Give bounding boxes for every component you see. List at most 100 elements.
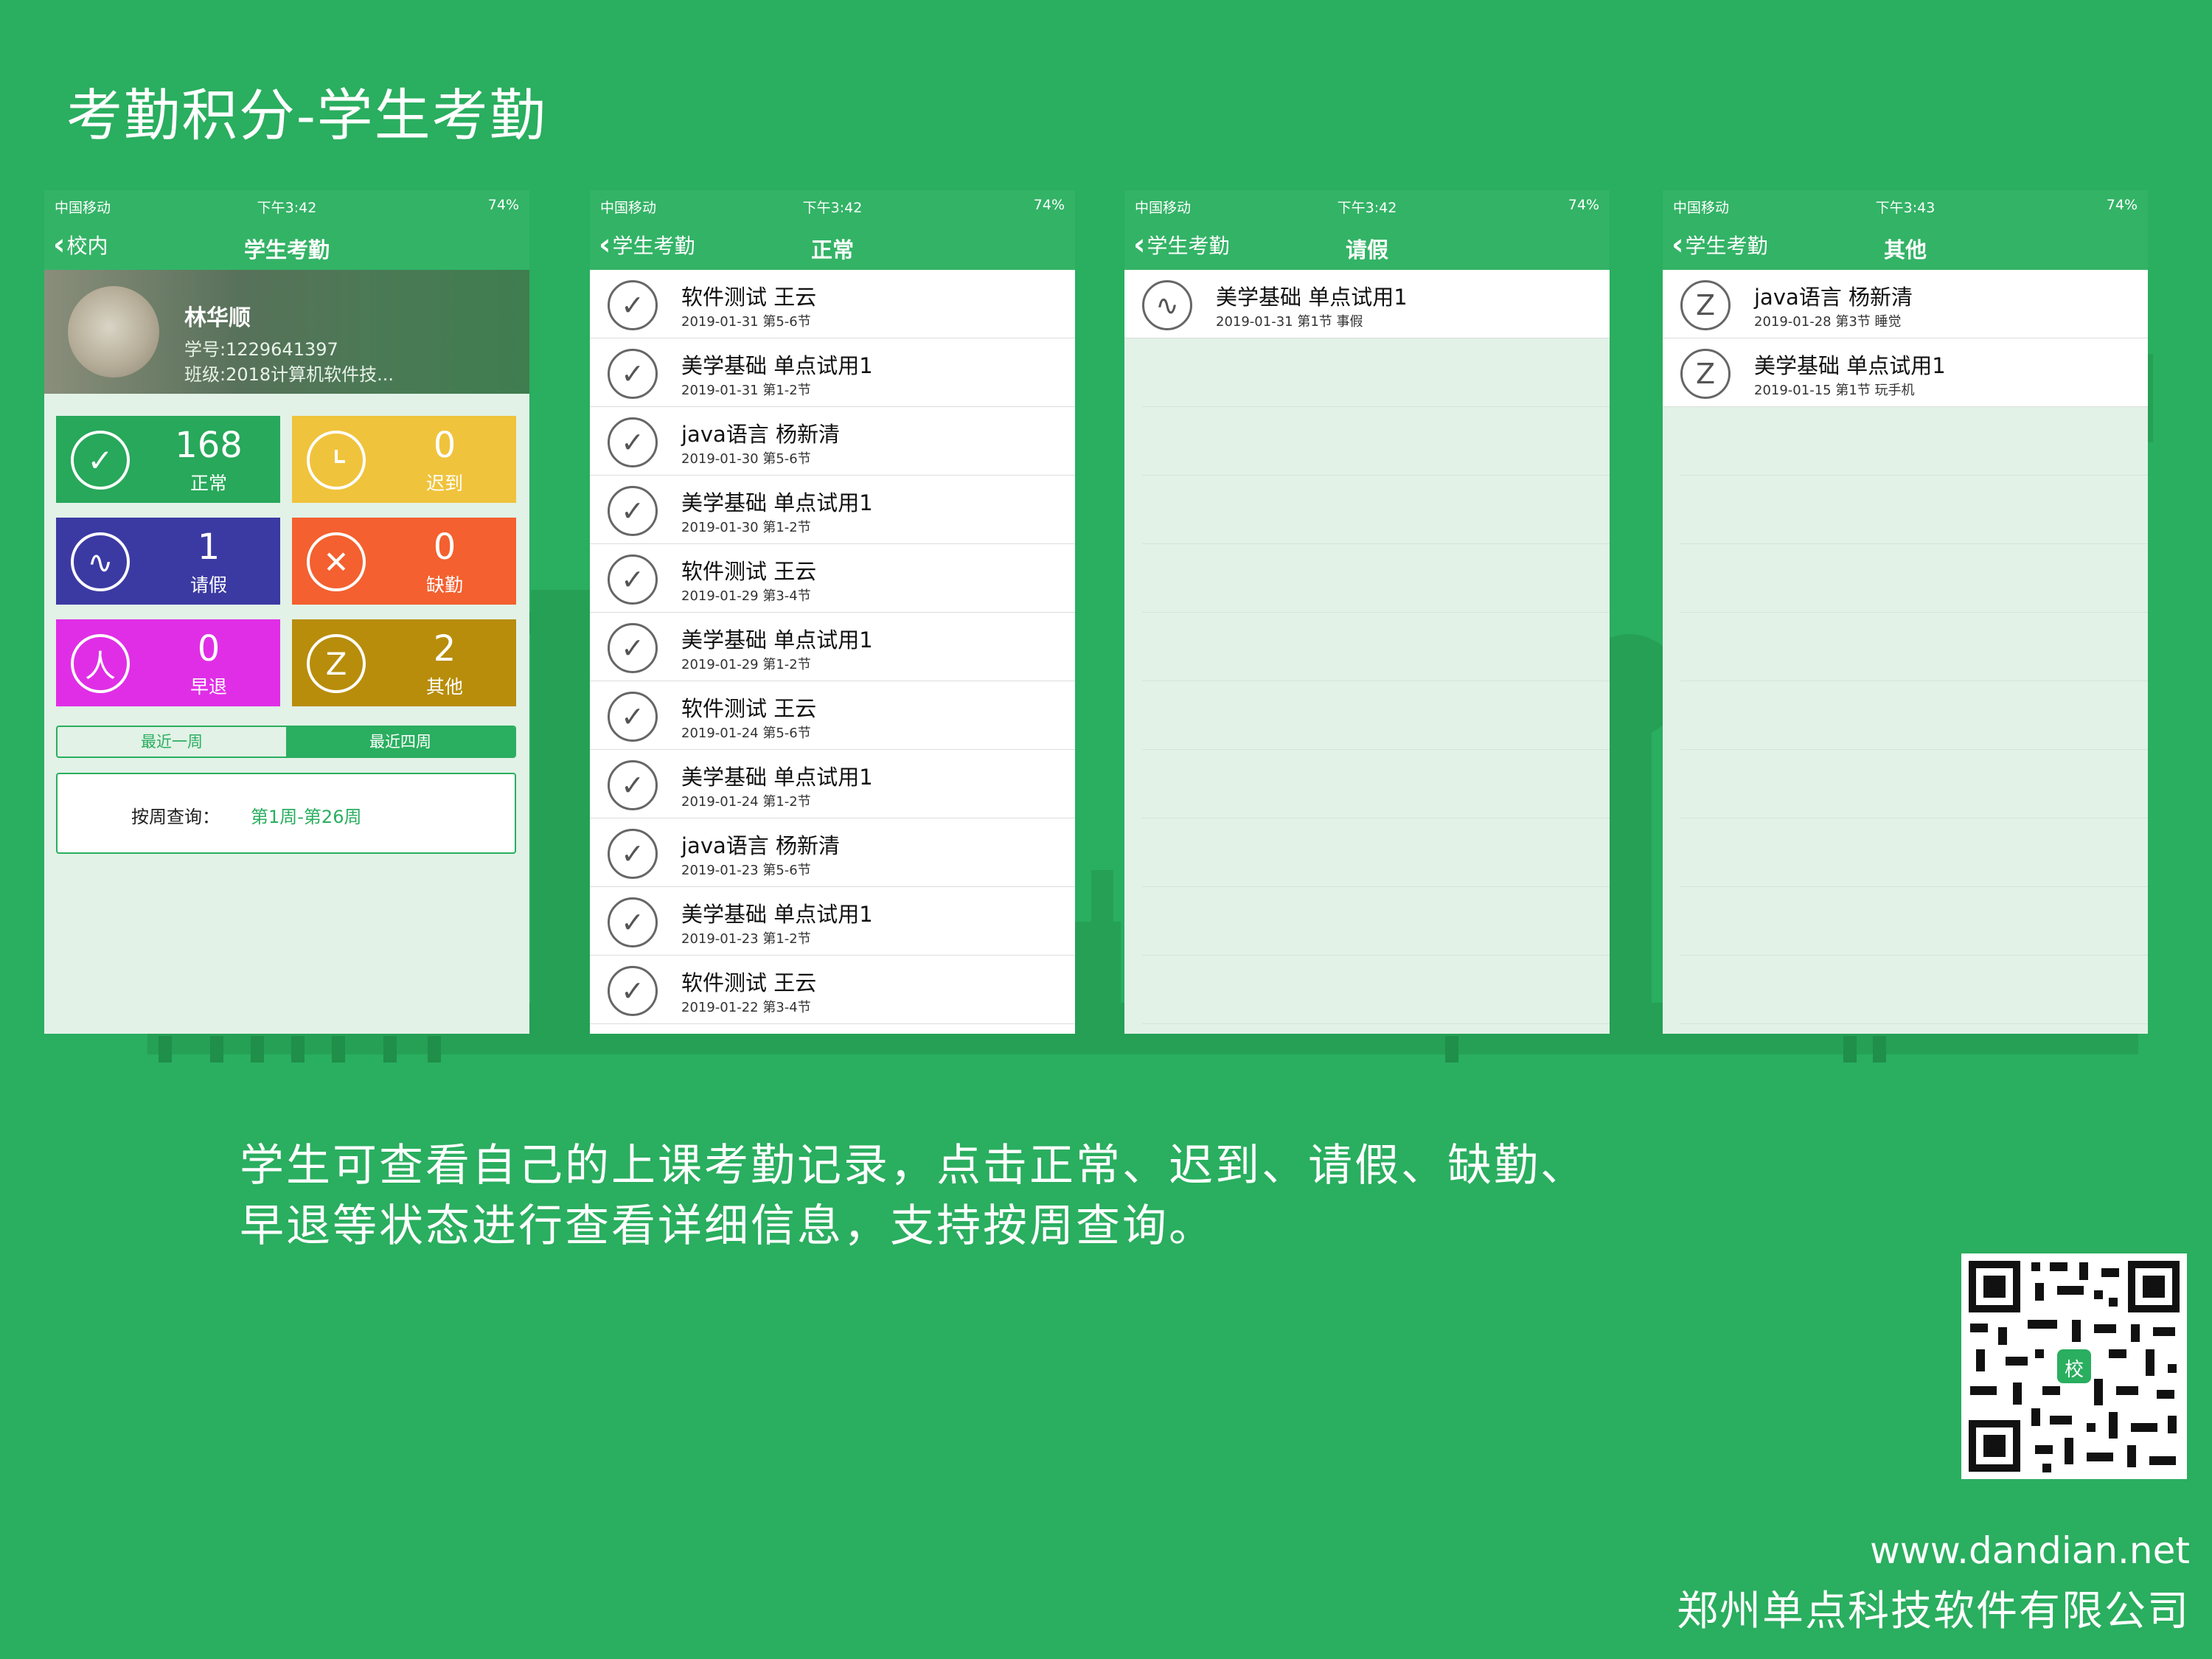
list-item[interactable]: Z 美学基础 单点试用1 2019-01-15 第1节 玩手机 <box>1663 338 2148 407</box>
item-subtitle: 2019-01-29 第1-2节 <box>681 657 811 672</box>
empty-row-divider <box>1680 476 2148 544</box>
person-icon: 人 <box>71 634 130 693</box>
nav-bar: ‹ 学生考勤 其他 <box>1663 218 2148 270</box>
nav-title: 学生考勤 <box>243 237 330 262</box>
status-bar: 中国移动 下午3:42 74% <box>44 190 529 218</box>
week-range-value[interactable]: 第1周-第26周 <box>251 802 361 828</box>
empty-row-divider <box>1680 544 2148 613</box>
empty-row-divider <box>1142 407 1610 476</box>
other-list: Zjava语言 杨新清 2019-01-28 第3节 睡觉 Z 美学基础 单点试用1… <box>1663 270 2148 1024</box>
check-icon: ✓ <box>608 280 658 330</box>
check-icon: ✓ <box>608 623 658 673</box>
tile-early-leave[interactable]: 人 0 早退 <box>56 619 280 706</box>
clock-label: 下午3:42 <box>257 200 317 216</box>
range-segmented-control: 最近一周 最近四周 <box>56 726 516 758</box>
item-subtitle: 2019-01-29 第3-4节 <box>681 588 811 604</box>
empty-row-divider <box>1142 681 1610 750</box>
tab-recent-four-weeks[interactable]: 最近四周 <box>286 727 515 757</box>
list-item[interactable]: ✓ 软件测试 王云 2019-01-24 第5-6节 <box>590 681 1075 750</box>
item-subtitle: 2019-01-24 第1-2节 <box>681 794 811 810</box>
tile-late[interactable]: 0 迟到 <box>292 416 516 503</box>
qr-badge-label: 校 <box>2065 1359 2084 1381</box>
check-icon: ✓ <box>608 349 658 399</box>
item-subtitle: 2019-01-30 第5-6节 <box>681 451 811 467</box>
tab-recent-week[interactable]: 最近一周 <box>58 727 286 757</box>
tile-absent[interactable]: ✕ 0 缺勤 <box>292 518 516 605</box>
tile-count: 2 <box>433 628 456 669</box>
tile-leave[interactable]: ∿ 1 请假 <box>56 518 280 605</box>
check-icon: ✓ <box>608 417 658 467</box>
list-item[interactable]: ✓ 美学基础 单点试用1 2019-01-23 第1-2节 <box>590 887 1075 956</box>
empty-row-divider <box>1680 750 2148 818</box>
item-title: 软件测试 王云 <box>681 285 817 310</box>
item-title: 软件测试 王云 <box>681 970 817 995</box>
z-icon: Z <box>307 634 366 693</box>
week-query-label: 按周查询： <box>131 807 220 827</box>
empty-row-divider <box>1142 613 1610 681</box>
status-bar: 中国移动 下午3:42 74% <box>1124 190 1610 218</box>
student-name: 林华顺 <box>184 305 251 331</box>
list-item-partial[interactable]: ✓ <box>590 1024 1075 1034</box>
clock-label: 下午3:42 <box>802 200 863 216</box>
item-title: 软件测试 王云 <box>681 559 817 584</box>
avatar[interactable] <box>68 286 159 378</box>
empty-row-divider <box>1142 544 1610 613</box>
item-title: 软件测试 王云 <box>681 696 817 721</box>
phone-screen-normal-list: 中国移动 下午3:42 74% ‹ 学生考勤 正常 ✓ 软件测试 王云 2019-0… <box>590 190 1075 1034</box>
list-item[interactable]: ✓ 美学基础 单点试用1 2019-01-29 第1-2节 <box>590 613 1075 681</box>
list-item[interactable]: ✓ 美学基础 单点试用1 2019-01-24 第1-2节 <box>590 750 1075 818</box>
list-item[interactable]: ∿ 美学基础 单点试用1 2019-01-31 第1节 事假 <box>1124 270 1610 338</box>
check-icon: ✓ <box>608 760 658 810</box>
tile-count: 0 <box>433 526 456 568</box>
list-item[interactable]: ✓ 软件测试 王云 2019-01-22 第3-4节 <box>590 956 1075 1024</box>
tile-other[interactable]: Z 2 其他 <box>292 619 516 706</box>
phone-screen-other-list: 中国移动 下午3:43 74% ‹ 学生考勤 其他 Zjava语言 杨新清 201… <box>1663 190 2148 1034</box>
description-line: 早退等状态进行查看详细信息，支持按周查询。 <box>240 1200 1215 1252</box>
check-icon: ✓ <box>608 897 658 947</box>
student-class: 班级:2018计算机软件技... <box>184 364 394 385</box>
check-icon: ✓ <box>608 692 658 742</box>
item-subtitle: 2019-01-23 第1-2节 <box>681 931 811 947</box>
phone-screen-student-attendance: 中国移动 下午3:42 74% ‹ 校内 学生考勤 林华顺 学号:1229641… <box>44 190 529 1034</box>
item-title: 美学基础 单点试用1 <box>681 627 873 653</box>
attendance-list: ✓ 软件测试 王云 2019-01-31 第5-6节 ✓ 美学基础 单点试用1 2019… <box>590 270 1075 1034</box>
item-subtitle: 2019-01-22 第3-4节 <box>681 1000 811 1015</box>
slide-title: 考勤积分-学生考勤 <box>66 83 547 148</box>
empty-row-divider <box>1680 407 2148 476</box>
list-item[interactable]: ✓ 软件测试 王云 2019-01-29 第3-4节 <box>590 544 1075 613</box>
empty-row-divider <box>1142 750 1610 818</box>
item-title: 美学基础 单点试用1 <box>681 490 873 515</box>
check-icon: ✓ <box>71 431 130 490</box>
check-icon: ✓ <box>608 966 658 1016</box>
phone-screen-leave-list: 中国移动 下午3:42 74% ‹ 学生考勤 请假 ∿ 美学基础 单点试用1 201… <box>1124 190 1610 1034</box>
item-subtitle: 2019-01-31 第1节 事假 <box>1216 314 1363 330</box>
list-item[interactable]: ✓ java语言 杨新清 2019-01-30 第5-6节 <box>590 407 1075 476</box>
nav-bar: ‹ 学生考勤 请假 <box>1124 218 1610 270</box>
list-item[interactable]: ✓ 美学基础 单点试用1 2019-01-31 第1-2节 <box>590 338 1075 407</box>
list-item[interactable]: ✓ java语言 杨新清 2019-01-23 第5-6节 <box>590 818 1075 887</box>
list-item[interactable]: ✓ 软件测试 王云 2019-01-31 第5-6节 <box>590 270 1075 338</box>
item-title: java语言 杨新清 <box>681 422 840 447</box>
website-url[interactable]: www.dandian.net <box>1870 1529 2190 1572</box>
tile-normal[interactable]: ✓ 168 正常 <box>56 416 280 503</box>
tile-count: 0 <box>197 628 220 669</box>
z-icon: Z <box>1680 349 1731 399</box>
list-item[interactable]: Zjava语言 杨新清 2019-01-28 第3节 睡觉 <box>1663 270 2148 338</box>
tile-count: 168 <box>175 425 243 466</box>
nav-title: 其他 <box>1883 237 1927 262</box>
item-subtitle: 2019-01-31 第1-2节 <box>681 383 811 398</box>
empty-row-divider <box>1142 956 1610 1024</box>
list-item[interactable]: ✓ 美学基础 单点试用1 2019-01-30 第1-2节 <box>590 476 1075 544</box>
item-subtitle: 2019-01-24 第5-6节 <box>681 726 811 741</box>
battery-label: 74% <box>1033 197 1065 213</box>
item-title: java语言 杨新清 <box>1754 285 1913 310</box>
week-query-box[interactable]: 按周查询： 第1周-第26周 <box>56 773 516 854</box>
check-icon: ✓ <box>608 486 658 536</box>
status-bar: 中国移动 下午3:43 74% <box>1663 190 2148 218</box>
item-title: 美学基础 单点试用1 <box>681 765 873 790</box>
item-subtitle: 2019-01-15 第1节 玩手机 <box>1754 383 1915 398</box>
item-title: 美学基础 单点试用1 <box>1754 353 1946 378</box>
tile-count: 1 <box>197 526 220 568</box>
item-title: 美学基础 单点试用1 <box>1216 285 1408 310</box>
tile-label: 缺勤 <box>425 574 463 596</box>
